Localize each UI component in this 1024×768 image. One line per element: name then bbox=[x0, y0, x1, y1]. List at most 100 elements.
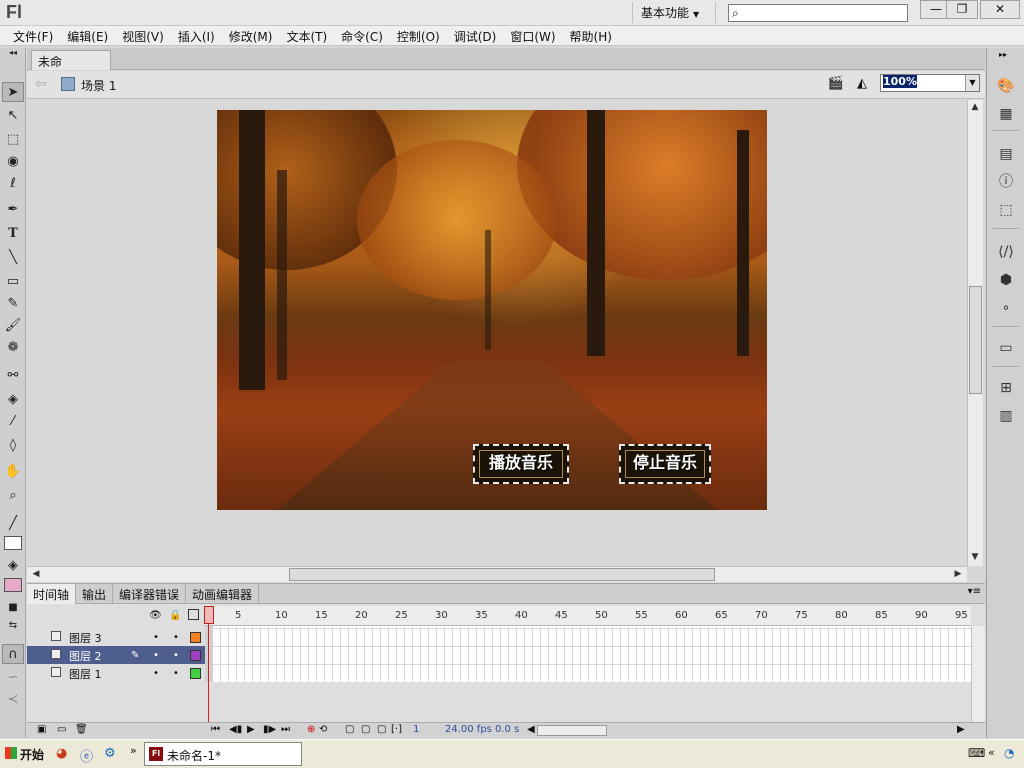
menu-help[interactable]: 帮助(H) bbox=[563, 26, 619, 45]
tab-output[interactable]: 输出 bbox=[76, 584, 114, 604]
pencil-tool-icon[interactable]: ✎ bbox=[2, 294, 24, 314]
rectangle-tool-icon[interactable]: ▭ bbox=[2, 272, 24, 292]
scroll-thumb[interactable] bbox=[969, 286, 982, 394]
black-white-icon[interactable]: ■ bbox=[2, 598, 24, 618]
chevron-down-icon[interactable]: ▼ bbox=[965, 75, 979, 91]
frame-ruler[interactable]: 1 5 10 15 20 25 30 35 40 45 50 55 60 65 … bbox=[205, 606, 971, 626]
scroll-left-icon[interactable]: ◀ bbox=[527, 724, 535, 735]
motion-presets-icon[interactable]: ∘ bbox=[995, 298, 1017, 318]
selection-tool-icon[interactable]: ➤ bbox=[2, 82, 24, 102]
scene-label[interactable]: 场景 1 bbox=[81, 77, 116, 94]
new-layer-icon[interactable]: ▣ bbox=[37, 724, 46, 735]
layer-color-swatch[interactable] bbox=[190, 650, 201, 661]
play-music-button[interactable]: 播放音乐 bbox=[473, 444, 569, 484]
timeline-hscroll-thumb[interactable] bbox=[537, 725, 607, 736]
restore-button[interactable]: ❐ bbox=[946, 0, 978, 19]
layer-row[interactable]: 图层 3 • • bbox=[27, 628, 205, 646]
menu-control[interactable]: 控制(O) bbox=[390, 26, 447, 45]
zoom-tool-icon[interactable]: ⌕ bbox=[2, 486, 24, 506]
start-button[interactable]: 开始 bbox=[2, 742, 50, 766]
playhead[interactable] bbox=[204, 606, 214, 624]
library-books-icon[interactable]: ▥ bbox=[995, 406, 1017, 426]
menu-edit[interactable]: 编辑(E) bbox=[60, 26, 115, 45]
lock-dot[interactable]: • bbox=[173, 632, 179, 643]
swap-colors-icon[interactable]: ⇆ bbox=[2, 616, 24, 636]
bone-tool-icon[interactable]: ⚯ bbox=[2, 366, 24, 386]
scroll-thumb[interactable] bbox=[289, 568, 715, 581]
smooth-icon[interactable]: ∽ bbox=[2, 668, 24, 688]
menu-view[interactable]: 视图(V) bbox=[115, 26, 171, 45]
layer-color-swatch[interactable] bbox=[190, 632, 201, 643]
line-tool-icon[interactable]: ╲ bbox=[2, 248, 24, 268]
pen-tool-icon[interactable]: ✒ bbox=[2, 200, 24, 220]
keyframe-column[interactable] bbox=[205, 626, 213, 682]
menu-modify[interactable]: 修改(M) bbox=[222, 26, 280, 45]
components-icon[interactable]: ⬢ bbox=[995, 270, 1017, 290]
stop-music-button[interactable]: 停止音乐 bbox=[619, 444, 711, 484]
hand-tool-icon[interactable]: ✋ bbox=[2, 462, 24, 482]
free-transform-tool-icon[interactable]: ⬚ bbox=[2, 130, 24, 150]
panel-menu-icon[interactable]: ▾≡ bbox=[968, 586, 981, 597]
scroll-left-icon[interactable]: ◀ bbox=[29, 567, 43, 581]
fill-color-swatch[interactable] bbox=[4, 578, 22, 592]
timeline-vertical-scrollbar[interactable] bbox=[971, 626, 985, 722]
onion-skin-icon[interactable]: ▢ bbox=[345, 724, 354, 735]
current-frame[interactable]: 1 bbox=[413, 724, 419, 735]
outline-icon[interactable] bbox=[188, 609, 199, 620]
visibility-dot[interactable]: • bbox=[153, 668, 159, 679]
fill-color-icon[interactable]: ◈ bbox=[2, 556, 24, 576]
edit-symbols-icon[interactable]: ◭ bbox=[853, 76, 871, 92]
scroll-up-icon[interactable]: ▲ bbox=[968, 100, 982, 114]
deco-tool-icon[interactable]: ❁ bbox=[2, 338, 24, 358]
straighten-icon[interactable]: ≺ bbox=[2, 690, 24, 710]
swatches-icon[interactable]: ▦ bbox=[995, 104, 1017, 124]
workspace-switcher[interactable]: 基本功能 ▼ bbox=[632, 2, 716, 23]
menu-insert[interactable]: 插入(I) bbox=[171, 26, 222, 45]
prev-frame-icon[interactable]: ◀▮ bbox=[229, 724, 242, 735]
edit-multiple-icon[interactable]: ▢ bbox=[377, 724, 386, 735]
stage-vertical-scrollbar[interactable]: ▲ ▼ bbox=[967, 100, 983, 566]
subselection-tool-icon[interactable]: ↖ bbox=[2, 106, 24, 126]
scroll-right-icon[interactable]: ▶ bbox=[957, 724, 965, 735]
layer-row[interactable]: 图层 1 • • bbox=[27, 664, 205, 682]
stroke-color-swatch[interactable] bbox=[4, 536, 22, 550]
lasso-tool-icon[interactable]: ℓ bbox=[2, 174, 24, 194]
transform-icon[interactable]: ⬚ bbox=[995, 200, 1017, 220]
next-frame-icon[interactable]: ▮▶ bbox=[263, 724, 276, 735]
center-frame-icon[interactable]: ⊕ bbox=[307, 724, 315, 735]
frame-grid[interactable] bbox=[205, 626, 971, 682]
tab-motion-editor[interactable]: 动画编辑器 bbox=[186, 584, 260, 604]
first-frame-icon[interactable]: ⏮ bbox=[211, 724, 220, 735]
stroke-color-icon[interactable]: ╱ bbox=[2, 514, 24, 534]
menu-window[interactable]: 窗口(W) bbox=[503, 26, 562, 45]
lock-dot[interactable]: • bbox=[173, 650, 179, 661]
more-icon[interactable]: » bbox=[130, 744, 137, 757]
scroll-down-icon[interactable]: ▼ bbox=[968, 550, 982, 564]
back-arrow-icon[interactable]: ⇦ bbox=[35, 76, 47, 92]
properties-icon[interactable]: ⊞ bbox=[995, 378, 1017, 398]
eyedropper-tool-icon[interactable]: ⁄ bbox=[2, 412, 24, 432]
menu-text[interactable]: 文本(T) bbox=[279, 26, 334, 45]
eye-icon[interactable]: 👁 bbox=[149, 610, 162, 621]
scroll-right-icon[interactable]: ▶ bbox=[951, 567, 965, 581]
tab-compiler-errors[interactable]: 编译器错误 bbox=[113, 584, 187, 604]
layer-color-swatch[interactable] bbox=[190, 668, 201, 679]
play-icon[interactable]: ▶ bbox=[247, 724, 255, 735]
edit-scene-icon[interactable]: 🎬 bbox=[827, 76, 845, 92]
lock-icon[interactable]: 🔒 bbox=[169, 610, 181, 621]
lock-dot[interactable]: • bbox=[173, 668, 179, 679]
layer-row[interactable]: 图层 2 ✎ • • bbox=[27, 646, 205, 664]
text-tool-icon[interactable]: T bbox=[2, 224, 24, 244]
brush-tool-icon[interactable]: 🖌 bbox=[2, 316, 24, 336]
menu-file[interactable]: 文件(F) bbox=[6, 26, 60, 45]
last-frame-icon[interactable]: ⏭ bbox=[281, 724, 290, 735]
modify-markers-icon[interactable]: [·] bbox=[391, 724, 402, 735]
document-tab[interactable]: 未命名-1*× bbox=[31, 50, 111, 86]
browser-icon[interactable]: ◕ bbox=[56, 746, 67, 761]
align-icon[interactable]: ▤ bbox=[995, 144, 1017, 164]
loop-icon[interactable]: ⟲ bbox=[319, 724, 327, 735]
info-icon[interactable]: ⓘ bbox=[995, 172, 1017, 192]
eraser-tool-icon[interactable]: ◊ bbox=[2, 436, 24, 456]
stage-horizontal-scrollbar[interactable]: ◀ ▶ bbox=[27, 566, 967, 582]
visibility-dot[interactable]: • bbox=[153, 650, 159, 661]
